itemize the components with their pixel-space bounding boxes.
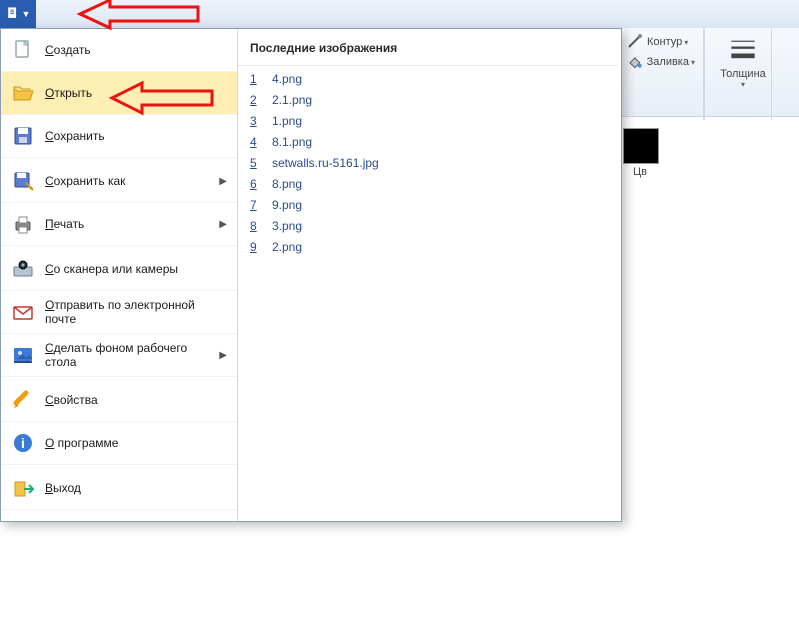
menu-item-new[interactable]: Создать: [1, 29, 237, 72]
submenu-arrow-icon: ▶: [219, 176, 227, 187]
recent-index: 6: [250, 177, 264, 191]
document-icon: [6, 7, 20, 21]
recent-index: 7: [250, 198, 264, 212]
menu-item-label: Создать: [45, 43, 227, 57]
menu-item-exit[interactable]: Выход: [1, 467, 237, 510]
file-menu-left-column: СоздатьОткрытьСохранитьСохранить как▶Печ…: [1, 29, 238, 521]
thickness-label: Толщина: [720, 68, 766, 80]
recent-index: 5: [250, 156, 264, 170]
recent-item[interactable]: 6 8.png: [250, 177, 606, 198]
recent-index: 2: [250, 93, 264, 107]
outline-label: Контур: [647, 36, 682, 48]
quick-access-bar: [36, 0, 799, 29]
outline-button[interactable]: Контур ▾: [627, 32, 695, 52]
menu-item-label: Сохранить: [45, 129, 227, 143]
props-icon: [11, 388, 35, 412]
color-button[interactable]: Цв: [623, 128, 657, 178]
menu-item-save[interactable]: Сохранить: [1, 115, 237, 158]
recent-index: 4: [250, 135, 264, 149]
menu-item-print[interactable]: Печать ▶: [1, 203, 237, 246]
thickness-icon: [729, 36, 757, 64]
recent-filename: 3.png: [272, 219, 302, 233]
recent-item[interactable]: 3 1.png: [250, 114, 606, 135]
recent-item[interactable]: 4 8.1.png: [250, 135, 606, 156]
recent-filename: setwalls.ru-5161.jpg: [272, 156, 379, 170]
submenu-arrow-icon: ▶: [219, 350, 227, 361]
recent-index: 9: [250, 240, 264, 254]
menu-item-props[interactable]: Свойства: [1, 379, 237, 422]
chevron-down-icon: ▾: [684, 38, 688, 47]
recent-filename: 9.png: [272, 198, 302, 212]
recent-item[interactable]: 5 setwalls.ru-5161.jpg: [250, 156, 606, 177]
recent-index: 3: [250, 114, 264, 128]
about-icon: i: [11, 431, 35, 455]
chevron-down-icon: ▾: [691, 58, 695, 67]
recent-filename: 1.png: [272, 114, 302, 128]
chevron-down-icon: ▼: [22, 9, 31, 19]
chevron-down-icon: ▾: [741, 80, 745, 89]
recent-header: Последние изображения: [238, 29, 618, 66]
menu-item-label: Сделать фоном рабочего стола: [45, 341, 215, 369]
recent-item[interactable]: 8 3.png: [250, 219, 606, 240]
file-menu-button[interactable]: ▼: [0, 0, 36, 28]
open-icon: [11, 81, 35, 105]
svg-text:i: i: [21, 435, 25, 451]
title-bar: ▼: [0, 0, 799, 29]
recent-filename: 8.png: [272, 177, 302, 191]
mail-icon: [11, 300, 35, 324]
outline-icon: [627, 34, 643, 50]
file-menu-right-column: Последние изображения 1 4.png 2 2.1.png 3 1.p…: [238, 29, 618, 521]
save-icon: [11, 124, 35, 148]
recent-index: 1: [250, 72, 264, 86]
ribbon-group-thickness: Толщина ▾: [704, 28, 772, 120]
wallpaper-icon: [11, 343, 35, 367]
recent-filename: 2.1.png: [272, 93, 312, 107]
recent-filename: 4.png: [272, 72, 302, 86]
new-icon: [11, 38, 35, 62]
scanner-icon: [11, 257, 35, 281]
menu-item-label: Открыть: [45, 86, 227, 100]
print-icon: [11, 212, 35, 236]
menu-item-label: Печать: [45, 217, 215, 231]
thickness-button[interactable]: Толщина ▾: [713, 32, 773, 112]
bucket-icon: [627, 54, 643, 70]
recent-index: 8: [250, 219, 264, 233]
menu-item-open[interactable]: Открыть: [1, 72, 237, 115]
recent-item[interactable]: 2 2.1.png: [250, 93, 606, 114]
menu-item-label: Свойства: [45, 393, 227, 407]
menu-item-label: Отправить по электронной почте: [45, 298, 227, 326]
menu-item-about[interactable]: i О программе: [1, 422, 237, 465]
file-dropdown-menu: СоздатьОткрытьСохранитьСохранить как▶Печ…: [0, 28, 622, 522]
fill-button[interactable]: Заливка ▾: [627, 52, 695, 72]
ribbon-right-fragment: Контур ▾ Заливка ▾ Толщина ▾ Цв: [618, 28, 799, 117]
menu-item-mail[interactable]: Отправить по электронной почте: [1, 291, 237, 334]
menu-item-saveas[interactable]: Сохранить как ▶: [1, 160, 237, 203]
recent-filename: 8.1.png: [272, 135, 312, 149]
submenu-arrow-icon: ▶: [219, 219, 227, 230]
recent-item[interactable]: 1 4.png: [250, 72, 606, 93]
menu-item-label: Со сканера или камеры: [45, 262, 227, 276]
menu-item-label: Сохранить как: [45, 174, 215, 188]
menu-item-label: О программе: [45, 436, 227, 450]
ribbon-group-shape-style: Контур ▾ Заливка ▾: [619, 28, 704, 120]
recent-item[interactable]: 7 9.png: [250, 198, 606, 219]
exit-icon: [11, 476, 35, 500]
menu-item-label: Выход: [45, 481, 227, 495]
recent-filename: 2.png: [272, 240, 302, 254]
recent-item[interactable]: 9 2.png: [250, 240, 606, 261]
recent-list: 1 4.png 2 2.1.png 3 1.png 4 8.1.png 5 setwalls.ru…: [238, 66, 618, 267]
menu-item-wallpaper[interactable]: Сделать фоном рабочего стола ▶: [1, 334, 237, 377]
color-swatch-black: [623, 128, 659, 164]
menu-item-scanner[interactable]: Со сканера или камеры: [1, 248, 237, 291]
ribbon-group-color: Цв: [619, 120, 661, 212]
saveas-icon: [11, 169, 35, 193]
color-label: Цв: [623, 166, 657, 178]
fill-label: Заливка: [647, 56, 689, 68]
